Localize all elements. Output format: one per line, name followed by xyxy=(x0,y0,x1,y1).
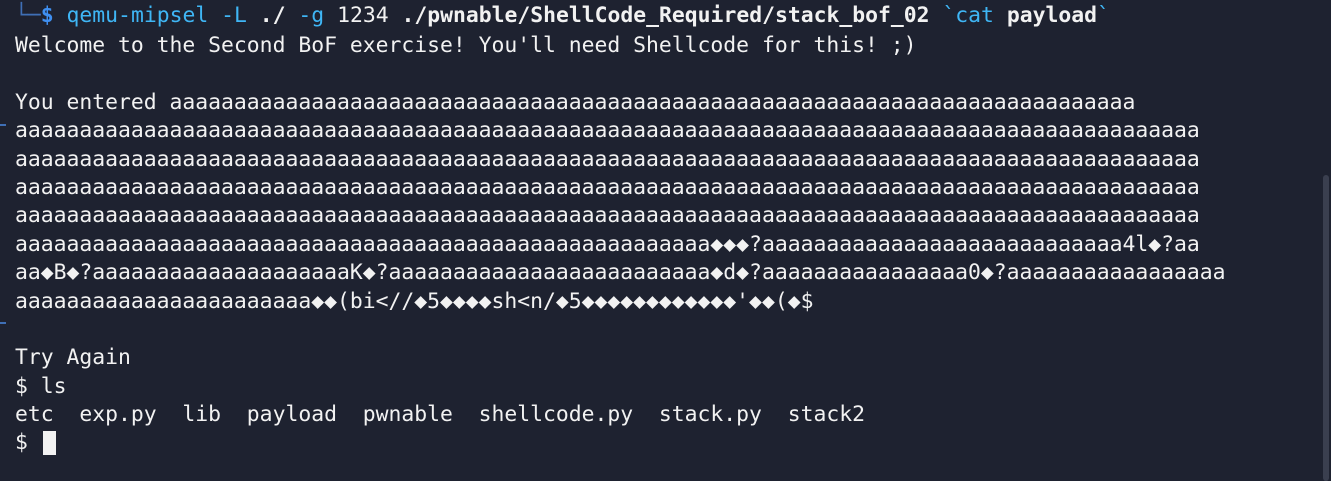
scrollbar[interactable] xyxy=(1323,175,1329,481)
prompt-symbol: $ xyxy=(40,3,54,28)
command-line: └─$ qemu-mipsel -L ./ -g 1234 ./pwnable/… xyxy=(15,0,1226,32)
output-line: Try Again xyxy=(15,345,131,371)
command-port: 1234 xyxy=(337,3,389,28)
output-line: aaaaaaaaaaaaaaaaaaaaaaaaaaaaaaaaaaaaaaaa… xyxy=(15,231,1200,257)
input-line[interactable]: $ xyxy=(15,429,1226,457)
output-line: aaaaaaaaaaaaaaaaaaaaaaaaaaaaaaaaaaaaaaaa… xyxy=(15,174,1200,200)
backtick-close: ` xyxy=(1096,3,1110,28)
gutter-mark xyxy=(0,124,6,126)
subcommand: cat xyxy=(955,3,994,28)
command-path-L: ./ xyxy=(259,3,286,28)
text-cursor xyxy=(42,431,56,456)
output-line: aaaaaaaaaaaaaaaaaaaaaaaaaaaaaaaaaaaaaaaa… xyxy=(15,203,1200,229)
command-binary: ./pwnable/ShellCode_Required/stack_bof_0… xyxy=(401,3,930,28)
command-flag-L: -L xyxy=(221,3,247,28)
backtick-open: ` xyxy=(942,3,956,28)
output-line: aaaaaaaaaaaaaaaaaaaaaaaaaaaaaaaaaaaaaaaa… xyxy=(15,146,1200,172)
terminal-output: └─$ qemu-mipsel -L ./ -g 1234 ./pwnable/… xyxy=(15,0,1226,458)
output-line: You entered aaaaaaaaaaaaaaaaaaaaaaaaaaaa… xyxy=(15,89,1136,115)
gutter-mark xyxy=(0,322,6,324)
subcommand-arg: payload xyxy=(1006,3,1097,28)
prompt-corner: └─ xyxy=(15,3,41,28)
command-program: qemu-mipsel xyxy=(66,3,209,28)
command-flag-g: -g xyxy=(298,3,325,28)
output-line: aaaaaaaaaaaaaaaaaaaaaaaaaaaaaaaaaaaaaaaa… xyxy=(15,118,1200,144)
output-line: etc exp.py lib payload pwnable shellcode… xyxy=(15,402,865,428)
terminal-window[interactable]: └─$ qemu-mipsel -L ./ -g 1234 ./pwnable/… xyxy=(0,0,1331,481)
output-line: aaaaaaaaaaaaaaaaaaaaaaa◆◆(bi<//◆5◆◆◆◆sh<… xyxy=(15,288,814,314)
final-prompt: $ xyxy=(15,430,41,456)
output-line: aa◆B◆?aaaaaaaaaaaaaaaaaaaaK◆?aaaaaaaaaaa… xyxy=(15,260,1226,286)
output-line: $ ls xyxy=(15,373,67,399)
output-line: Welcome to the Second BoF exercise! You'… xyxy=(15,33,917,58)
